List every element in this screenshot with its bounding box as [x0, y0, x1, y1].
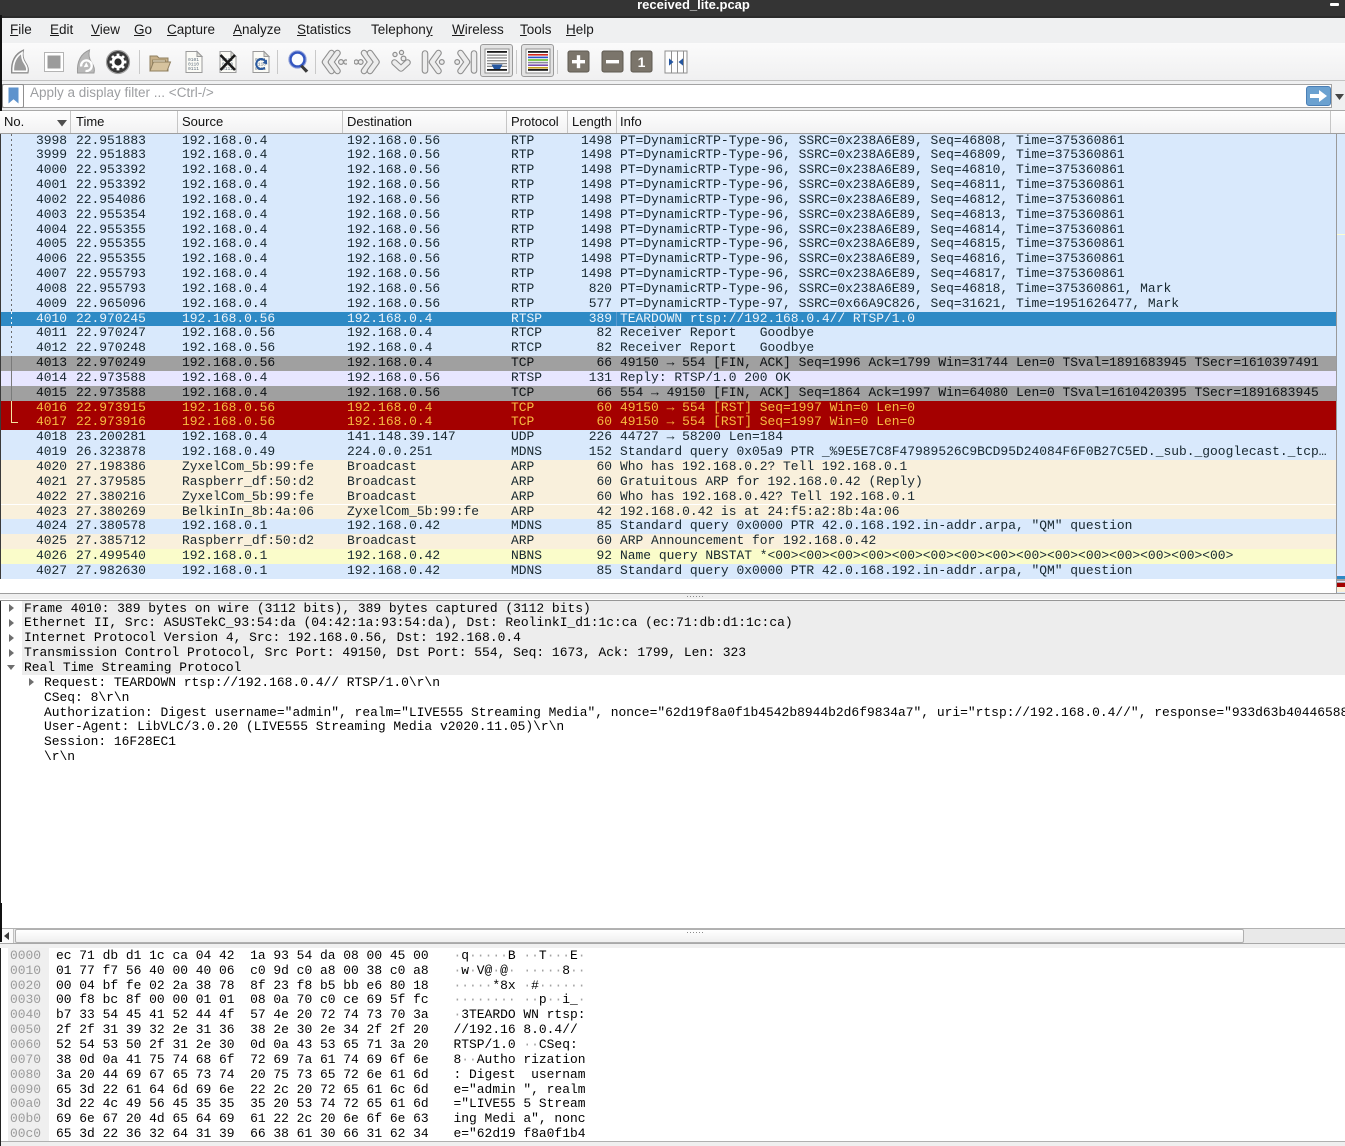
svg-text:1: 1: [638, 54, 646, 70]
svg-text:0111: 0111: [188, 66, 199, 72]
